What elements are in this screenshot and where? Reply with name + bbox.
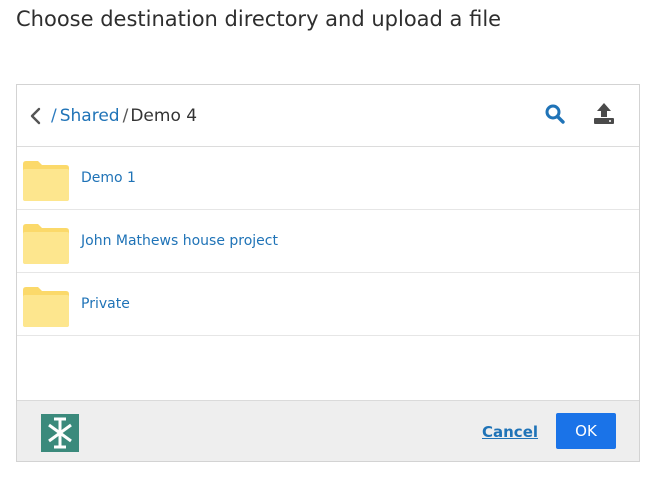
upload-icon[interactable]	[592, 102, 616, 126]
list-item-label: Demo 1	[81, 170, 136, 186]
chevron-left-icon[interactable]	[29, 106, 43, 126]
list-item-label: John Mathews house project	[81, 233, 278, 249]
breadcrumb: / Shared / Demo 4	[51, 106, 197, 126]
breadcrumb-separator: /	[51, 106, 57, 126]
list-item[interactable]: John Mathews house project	[17, 210, 639, 273]
list-item-label: Private	[81, 296, 130, 312]
breadcrumb-current: Demo 4	[130, 106, 198, 126]
breadcrumb-link-shared[interactable]: Shared	[60, 106, 120, 126]
list-item[interactable]: Demo 1	[17, 147, 639, 210]
cancel-button[interactable]: Cancel	[482, 423, 538, 441]
search-icon[interactable]	[544, 103, 566, 125]
list-item[interactable]: Private	[17, 273, 639, 336]
file-browser-panel: / Shared / Demo 4 Demo 1 John Mathews ho…	[16, 84, 640, 462]
folder-icon	[23, 161, 69, 201]
folder-icon	[23, 287, 69, 327]
app-logo-icon	[41, 414, 79, 452]
ok-button[interactable]: OK	[556, 413, 616, 449]
navigation-bar: / Shared / Demo 4	[17, 85, 639, 147]
dialog-footer: Cancel OK	[17, 400, 639, 461]
folder-list: Demo 1 John Mathews house project Privat…	[17, 147, 639, 336]
dialog-title: Choose destination directory and upload …	[16, 7, 502, 31]
folder-icon	[23, 224, 69, 264]
breadcrumb-separator: /	[122, 106, 129, 126]
